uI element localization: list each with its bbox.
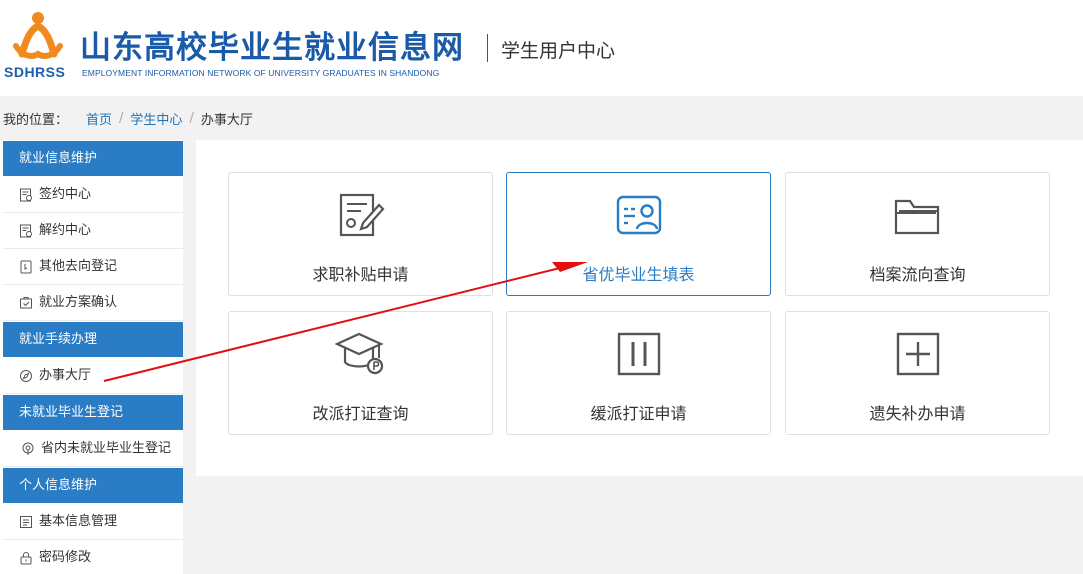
sidebar: 就业信息维护 签约中心 解约中心 其他去向登记 就业方案确认 就业手续办理 办事… [0,140,183,574]
sidebar-item-label: 密码修改 [39,549,92,565]
sidebar-item-other-destination[interactable]: 其他去向登记 [3,249,183,285]
sidebar-item-contract-center[interactable]: 签约中心 [3,177,183,213]
card-label: 遗失补办申请 [869,404,966,423]
card-deferred-certificate[interactable]: 缓派打证申请 [506,311,771,435]
card-job-subsidy[interactable]: 求职补贴申请 [228,172,493,296]
profile-icon [20,515,32,528]
sidebar-item-label: 其他去向登记 [39,258,118,274]
sidebar-item-label: 省内未就业毕业生登记 [41,440,172,456]
compass-icon [20,369,32,382]
sidebar-item-unemployed-register[interactable]: 省内未就业毕业生登记 [3,431,183,467]
section-title: 学生用户中心 [501,40,616,62]
sidebar-item-label: 基本信息管理 [39,513,118,529]
site-subtitle: EMPLOYMENT INFORMATION NETWORK OF UNIVER… [82,68,440,78]
breadcrumb-separator: / [119,110,124,126]
breadcrumb-current: 办事大厅 [200,112,253,128]
card-archive-query[interactable]: 档案流向查询 [785,172,1050,296]
service-hall-panel: 求职补贴申请 省优毕业生填表 档案流向查询 改派打证查询 缓派打证申请 遗失补办… [196,140,1083,476]
breadcrumb-separator: / [189,110,194,126]
site-header: SDHRSS 山东高校毕业生就业信息网 EMPLOYMENT INFORMATI… [0,0,1083,96]
sidebar-item-label: 签约中心 [39,186,92,202]
document-edit-icon [339,193,385,237]
confirm-icon [20,296,32,308]
breadcrumb-label: 我的位置： [3,112,69,128]
card-outstanding-graduate-form[interactable]: 省优毕业生填表 [506,172,771,296]
breadcrumb-student-center-link[interactable]: 学生中心 [130,109,182,128]
sidebar-item-cancel-contract[interactable]: 解约中心 [3,213,183,249]
sidebar-item-label: 就业方案确认 [39,294,118,310]
card-label: 省优毕业生填表 [582,265,695,284]
logo-icon[interactable] [8,10,68,60]
card-reassignment-query[interactable]: 改派打证查询 [228,311,493,435]
card-label: 改派打证查询 [312,404,409,423]
location-icon [22,442,34,455]
title-divider [487,34,488,62]
sidebar-item-label: 解约中心 [39,222,92,238]
sidebar-group-personal-info[interactable]: 个人信息维护 [3,468,183,503]
pause-icon [617,332,660,376]
plus-box-icon [896,332,939,376]
cancel-contract-icon [20,224,32,237]
register-icon [20,260,32,273]
sidebar-item-label: 办事大厅 [39,367,92,383]
sidebar-item-basic-info[interactable]: 基本信息管理 [3,504,183,540]
folder-icon [894,199,939,235]
content-footer-area [196,476,1083,574]
id-card-icon [616,195,661,235]
card-label: 档案流向查询 [869,265,966,284]
card-label: 求职补贴申请 [312,265,409,284]
sidebar-group-unemployed-register[interactable]: 未就业毕业生登记 [3,395,183,430]
sidebar-item-plan-confirm[interactable]: 就业方案确认 [3,285,183,321]
sidebar-item-service-hall[interactable]: 办事大厅 [3,358,183,394]
contract-icon [20,188,32,201]
card-loss-reissue[interactable]: 遗失补办申请 [785,311,1050,435]
sidebar-group-procedures[interactable]: 就业手续办理 [3,322,183,357]
lock-icon [20,551,32,564]
breadcrumb: 我的位置： 首页 / 学生中心 / 办事大厅 [0,96,1083,140]
graduation-cap-icon [334,332,384,375]
sidebar-group-employment-info[interactable]: 就业信息维护 [3,141,183,176]
card-label: 缓派打证申请 [590,404,687,423]
sidebar-item-password[interactable]: 密码修改 [3,540,183,574]
site-title[interactable]: 山东高校毕业生就业信息网 [80,22,464,67]
breadcrumb-home-link[interactable]: 首页 [86,109,112,128]
logo-abbreviation: SDHRSS [4,64,66,80]
sidebar-gutter [183,140,196,574]
